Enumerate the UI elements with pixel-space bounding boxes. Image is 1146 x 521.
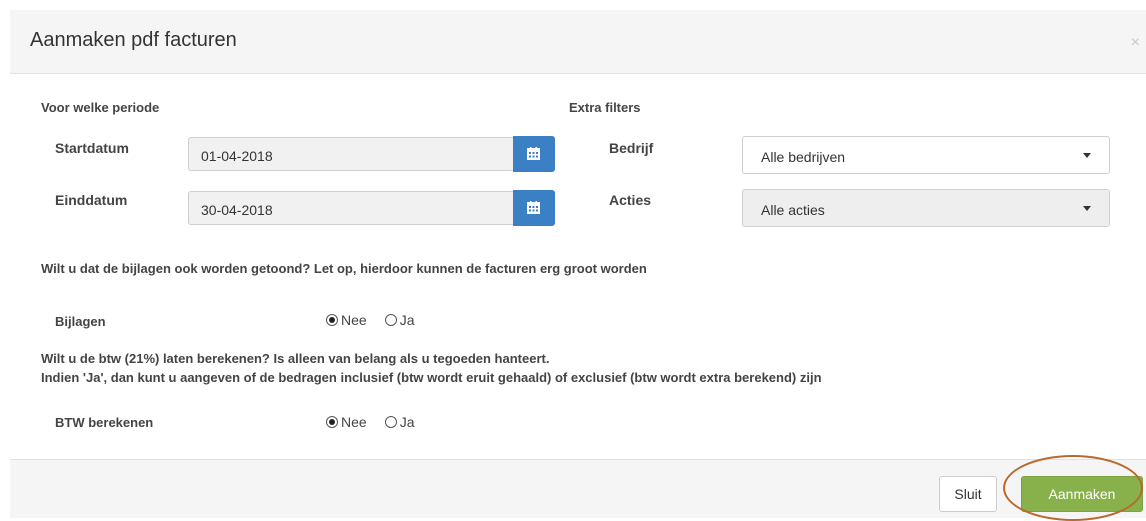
actions-label: Acties: [609, 192, 652, 208]
actions-select[interactable]: Alle acties: [742, 189, 1110, 227]
end-date-input[interactable]: 30-04-2018: [188, 191, 514, 225]
company-select-value: Alle bedrijven: [761, 149, 846, 165]
dialog-header: Aanmaken pdf facturen ×: [10, 10, 1146, 74]
vat-question-line1: Wilt u de btw (21%) laten berekenen? Is …: [41, 351, 550, 366]
create-button[interactable]: Aanmaken: [1021, 476, 1143, 512]
create-pdf-invoices-dialog: Aanmaken pdf facturen × Voor welke perio…: [10, 10, 1146, 518]
attachments-radio-no[interactable]: [326, 314, 338, 326]
chevron-down-icon: [1083, 206, 1091, 211]
company-label: Bedrijf: [609, 140, 654, 156]
end-date-calendar-button[interactable]: [513, 190, 555, 226]
company-select[interactable]: Alle bedrijven: [742, 136, 1110, 174]
dialog-title: Aanmaken pdf facturen: [30, 29, 237, 51]
vat-radio-yes[interactable]: [384, 416, 397, 428]
actions-select-value: Alle acties: [761, 202, 825, 218]
vat-question-line2: Indien 'Ja', dan kunt u aangeven of de b…: [41, 370, 822, 385]
attachments-radio-yes[interactable]: [384, 314, 397, 326]
vat-label: BTW berekenen: [55, 415, 154, 430]
chevron-down-icon: [1083, 153, 1091, 158]
attachments-radio-group: Nee Ja: [326, 312, 432, 328]
calendar-icon: [527, 147, 540, 160]
attachments-radio-no-label: Nee: [341, 312, 367, 328]
start-date-input[interactable]: 01-04-2018: [188, 137, 514, 171]
period-heading: Voor welke periode: [41, 100, 160, 115]
attachments-question: Wilt u dat de bijlagen ook worden getoon…: [41, 261, 647, 276]
calendar-icon: [527, 201, 540, 214]
vat-radio-no[interactable]: [326, 416, 338, 428]
filters-heading: Extra filters: [569, 100, 641, 115]
dialog-footer: Sluit Aanmaken: [10, 459, 1146, 518]
start-date-label: Startdatum: [55, 140, 129, 156]
close-icon[interactable]: ×: [1131, 34, 1140, 52]
vat-radio-yes-label: Ja: [399, 414, 415, 430]
attachments-radio-yes-label: Ja: [399, 312, 415, 328]
end-date-label: Einddatum: [55, 192, 128, 208]
vat-radio-group: Nee Ja: [326, 414, 432, 430]
close-button[interactable]: Sluit: [939, 476, 997, 512]
vat-radio-no-label: Nee: [341, 414, 367, 430]
attachments-label: Bijlagen: [55, 314, 106, 329]
start-date-calendar-button[interactable]: [513, 136, 555, 172]
